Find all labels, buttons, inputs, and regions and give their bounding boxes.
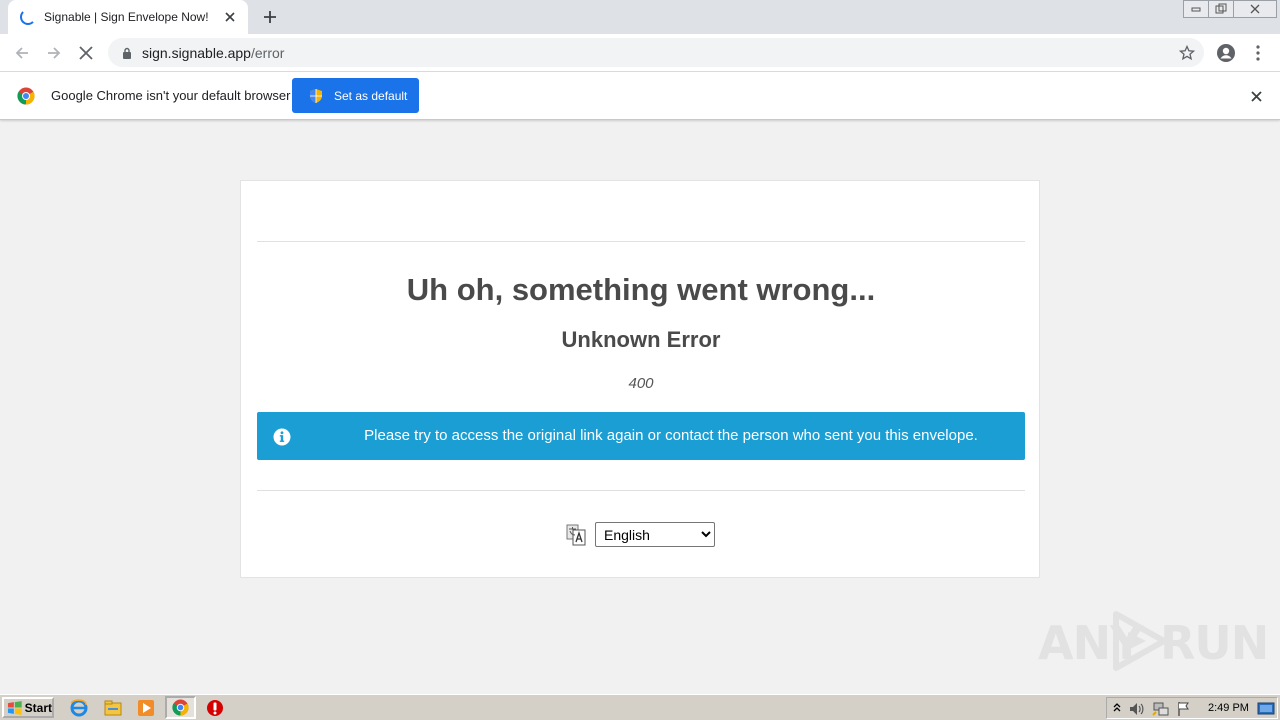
windows-taskbar: Start 2:49 PM	[0, 694, 1280, 720]
windows-logo-icon	[7, 700, 22, 715]
address-bar[interactable]: sign.signable.app/error	[108, 38, 1204, 67]
set-as-default-label: Set as default	[334, 88, 408, 103]
menu-button[interactable]	[1246, 41, 1270, 65]
tab-strip: Signable | Sign Envelope Now!	[0, 0, 1280, 34]
language-select[interactable]: English	[595, 522, 715, 547]
network-icon[interactable]	[1152, 701, 1170, 717]
infobar-close-icon[interactable]	[1248, 88, 1264, 104]
start-button[interactable]: Start	[2, 697, 54, 718]
tab-title: Signable | Sign Envelope Now!	[44, 10, 209, 24]
infobar-message: Google Chrome isn't your default browser	[51, 88, 291, 103]
stop-icon	[79, 46, 93, 60]
tab-close-icon[interactable]	[222, 9, 238, 25]
lock-icon	[120, 46, 134, 60]
taskbar-chrome-button[interactable]	[165, 696, 196, 719]
minimize-button[interactable]	[1183, 0, 1209, 18]
default-browser-infobar: Google Chrome isn't your default browser…	[0, 72, 1280, 120]
media-player-icon[interactable]	[137, 699, 155, 717]
set-as-default-button[interactable]: Set as default	[292, 78, 419, 113]
forward-button[interactable]	[42, 41, 66, 65]
browser-tab[interactable]: Signable | Sign Envelope Now!	[8, 0, 248, 34]
watermark-text-right: RUN	[1160, 616, 1269, 670]
bookmark-star-icon[interactable]	[1178, 44, 1196, 62]
new-tab-button[interactable]	[258, 6, 282, 28]
info-alert: Please try to access the original link a…	[257, 412, 1025, 460]
divider	[257, 241, 1025, 242]
stop-loading-button[interactable]	[74, 41, 98, 65]
show-hidden-icons-icon[interactable]	[1112, 701, 1122, 715]
file-explorer-icon[interactable]	[104, 699, 122, 717]
chrome-icon	[172, 699, 189, 716]
url-path: /error	[250, 44, 285, 61]
volume-icon[interactable]	[1128, 701, 1146, 717]
back-button[interactable]	[10, 41, 34, 65]
account-icon	[1217, 44, 1235, 62]
loading-spinner-icon	[20, 9, 36, 25]
divider	[257, 490, 1025, 491]
translate-icon	[566, 524, 586, 546]
close-window-button[interactable]	[1233, 0, 1277, 18]
chrome-logo-icon	[17, 87, 35, 105]
show-desktop-icon[interactable]	[1257, 701, 1275, 717]
url-text: sign.signable.app/error	[142, 45, 284, 61]
profile-button[interactable]	[1214, 41, 1238, 65]
kebab-menu-icon	[1256, 45, 1260, 61]
alert-message: Please try to access the original link a…	[364, 427, 978, 444]
error-code: 400	[628, 375, 654, 392]
action-center-flag-icon[interactable]	[1176, 701, 1192, 717]
restore-button[interactable]	[1208, 0, 1234, 18]
error-heading: Uh oh, something went wrong...	[406, 272, 876, 307]
url-host: sign.signable.app	[142, 44, 251, 61]
browser-toolbar: sign.signable.app/error	[0, 34, 1280, 72]
system-clock: 2:49 PM	[1208, 702, 1249, 714]
forward-arrow-icon	[48, 47, 61, 59]
uac-shield-icon	[310, 88, 322, 103]
opera-icon[interactable]	[206, 699, 224, 717]
anyrun-watermark: ANY RUN	[1038, 608, 1269, 672]
start-label: Start	[24, 700, 52, 715]
error-card: Uh oh, something went wrong... Unknown E…	[240, 180, 1040, 578]
back-arrow-icon	[15, 47, 28, 59]
internet-explorer-icon[interactable]	[70, 699, 88, 717]
error-subheading: Unknown Error	[561, 327, 721, 352]
system-tray	[1106, 697, 1278, 719]
